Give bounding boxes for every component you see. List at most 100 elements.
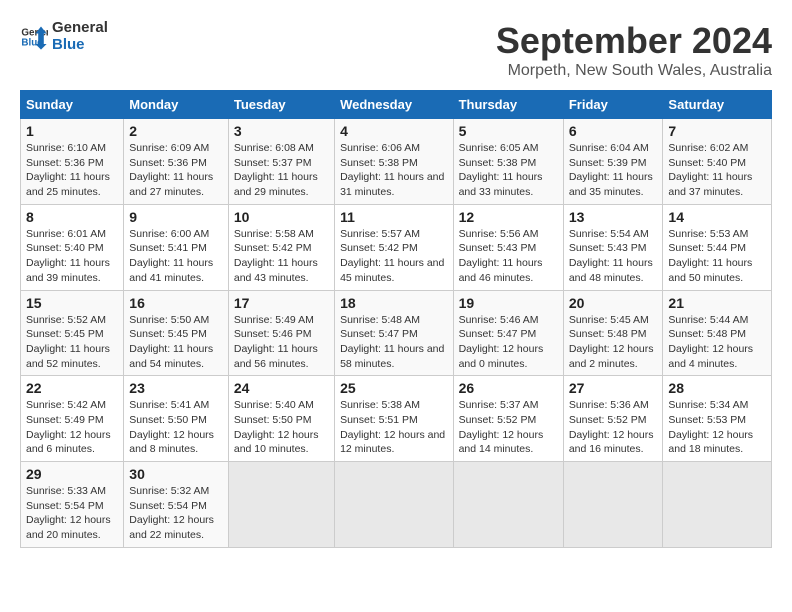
calendar-cell: 26 Sunrise: 5:37 AM Sunset: 5:52 PM Dayl… [453,376,563,462]
calendar-cell: 24 Sunrise: 5:40 AM Sunset: 5:50 PM Dayl… [228,376,334,462]
calendar-cell [663,462,772,548]
day-number: 2 [129,123,223,139]
col-sunday: Sunday [21,91,124,119]
col-friday: Friday [563,91,663,119]
day-number: 12 [459,209,558,225]
calendar-cell: 18 Sunrise: 5:48 AM Sunset: 5:47 PM Dayl… [335,290,453,376]
calendar-cell [453,462,563,548]
day-number: 19 [459,295,558,311]
day-detail: Sunrise: 5:50 AM Sunset: 5:45 PM Dayligh… [129,313,223,372]
day-detail: Sunrise: 5:37 AM Sunset: 5:52 PM Dayligh… [459,398,558,457]
calendar-cell: 6 Sunrise: 6:04 AM Sunset: 5:39 PM Dayli… [563,119,663,205]
day-number: 25 [340,380,447,396]
day-detail: Sunrise: 5:34 AM Sunset: 5:53 PM Dayligh… [668,398,766,457]
day-number: 29 [26,466,118,482]
calendar-cell: 17 Sunrise: 5:49 AM Sunset: 5:46 PM Dayl… [228,290,334,376]
col-monday: Monday [124,91,229,119]
day-number: 6 [569,123,658,139]
col-saturday: Saturday [663,91,772,119]
day-number: 21 [668,295,766,311]
day-number: 7 [668,123,766,139]
day-detail: Sunrise: 5:40 AM Sunset: 5:50 PM Dayligh… [234,398,329,457]
calendar-cell: 28 Sunrise: 5:34 AM Sunset: 5:53 PM Dayl… [663,376,772,462]
calendar-cell: 15 Sunrise: 5:52 AM Sunset: 5:45 PM Dayl… [21,290,124,376]
day-detail: Sunrise: 5:49 AM Sunset: 5:46 PM Dayligh… [234,313,329,372]
calendar-cell: 4 Sunrise: 6:06 AM Sunset: 5:38 PM Dayli… [335,119,453,205]
day-number: 27 [569,380,658,396]
calendar-cell: 21 Sunrise: 5:44 AM Sunset: 5:48 PM Dayl… [663,290,772,376]
logo-line2: Blue [52,37,108,54]
calendar-cell: 7 Sunrise: 6:02 AM Sunset: 5:40 PM Dayli… [663,119,772,205]
col-wednesday: Wednesday [335,91,453,119]
day-number: 10 [234,209,329,225]
calendar-cell [335,462,453,548]
day-number: 13 [569,209,658,225]
calendar-cell: 11 Sunrise: 5:57 AM Sunset: 5:42 PM Dayl… [335,204,453,290]
day-detail: Sunrise: 6:01 AM Sunset: 5:40 PM Dayligh… [26,227,118,286]
day-detail: Sunrise: 6:00 AM Sunset: 5:41 PM Dayligh… [129,227,223,286]
calendar-cell: 8 Sunrise: 6:01 AM Sunset: 5:40 PM Dayli… [21,204,124,290]
day-number: 28 [668,380,766,396]
logo-icon: General Blue [20,23,48,51]
week-row-4: 22 Sunrise: 5:42 AM Sunset: 5:49 PM Dayl… [21,376,772,462]
day-detail: Sunrise: 5:48 AM Sunset: 5:47 PM Dayligh… [340,313,447,372]
calendar-cell: 3 Sunrise: 6:08 AM Sunset: 5:37 PM Dayli… [228,119,334,205]
calendar-cell: 16 Sunrise: 5:50 AM Sunset: 5:45 PM Dayl… [124,290,229,376]
day-detail: Sunrise: 6:10 AM Sunset: 5:36 PM Dayligh… [26,141,118,200]
calendar-cell: 2 Sunrise: 6:09 AM Sunset: 5:36 PM Dayli… [124,119,229,205]
day-number: 4 [340,123,447,139]
day-detail: Sunrise: 5:52 AM Sunset: 5:45 PM Dayligh… [26,313,118,372]
day-number: 20 [569,295,658,311]
calendar-cell: 23 Sunrise: 5:41 AM Sunset: 5:50 PM Dayl… [124,376,229,462]
calendar-title: September 2024 [496,20,772,62]
day-number: 18 [340,295,447,311]
calendar-cell: 12 Sunrise: 5:56 AM Sunset: 5:43 PM Dayl… [453,204,563,290]
day-number: 26 [459,380,558,396]
week-row-2: 8 Sunrise: 6:01 AM Sunset: 5:40 PM Dayli… [21,204,772,290]
calendar-cell: 20 Sunrise: 5:45 AM Sunset: 5:48 PM Dayl… [563,290,663,376]
title-area: September 2024 Morpeth, New South Wales,… [496,20,772,80]
day-detail: Sunrise: 5:36 AM Sunset: 5:52 PM Dayligh… [569,398,658,457]
week-row-1: 1 Sunrise: 6:10 AM Sunset: 5:36 PM Dayli… [21,119,772,205]
calendar-cell: 14 Sunrise: 5:53 AM Sunset: 5:44 PM Dayl… [663,204,772,290]
day-detail: Sunrise: 6:09 AM Sunset: 5:36 PM Dayligh… [129,141,223,200]
calendar-body: 1 Sunrise: 6:10 AM Sunset: 5:36 PM Dayli… [21,119,772,548]
day-detail: Sunrise: 5:32 AM Sunset: 5:54 PM Dayligh… [129,484,223,543]
day-detail: Sunrise: 6:04 AM Sunset: 5:39 PM Dayligh… [569,141,658,200]
calendar-cell: 25 Sunrise: 5:38 AM Sunset: 5:51 PM Dayl… [335,376,453,462]
logo-line1: General [52,20,108,37]
day-detail: Sunrise: 5:41 AM Sunset: 5:50 PM Dayligh… [129,398,223,457]
day-detail: Sunrise: 5:44 AM Sunset: 5:48 PM Dayligh… [668,313,766,372]
calendar-cell [563,462,663,548]
calendar-cell: 22 Sunrise: 5:42 AM Sunset: 5:49 PM Dayl… [21,376,124,462]
col-tuesday: Tuesday [228,91,334,119]
day-number: 5 [459,123,558,139]
day-number: 24 [234,380,329,396]
calendar-cell: 27 Sunrise: 5:36 AM Sunset: 5:52 PM Dayl… [563,376,663,462]
calendar-cell: 10 Sunrise: 5:58 AM Sunset: 5:42 PM Dayl… [228,204,334,290]
calendar-cell: 9 Sunrise: 6:00 AM Sunset: 5:41 PM Dayli… [124,204,229,290]
calendar-cell: 19 Sunrise: 5:46 AM Sunset: 5:47 PM Dayl… [453,290,563,376]
day-number: 15 [26,295,118,311]
day-detail: Sunrise: 6:05 AM Sunset: 5:38 PM Dayligh… [459,141,558,200]
day-number: 22 [26,380,118,396]
day-number: 9 [129,209,223,225]
calendar-header: Sunday Monday Tuesday Wednesday Thursday… [21,91,772,119]
day-number: 17 [234,295,329,311]
day-detail: Sunrise: 5:53 AM Sunset: 5:44 PM Dayligh… [668,227,766,286]
day-detail: Sunrise: 5:38 AM Sunset: 5:51 PM Dayligh… [340,398,447,457]
calendar-cell [228,462,334,548]
logo: General Blue General Blue [20,20,108,53]
header-row: Sunday Monday Tuesday Wednesday Thursday… [21,91,772,119]
day-number: 8 [26,209,118,225]
day-number: 30 [129,466,223,482]
calendar-cell: 30 Sunrise: 5:32 AM Sunset: 5:54 PM Dayl… [124,462,229,548]
day-detail: Sunrise: 5:56 AM Sunset: 5:43 PM Dayligh… [459,227,558,286]
week-row-3: 15 Sunrise: 5:52 AM Sunset: 5:45 PM Dayl… [21,290,772,376]
day-detail: Sunrise: 6:06 AM Sunset: 5:38 PM Dayligh… [340,141,447,200]
day-detail: Sunrise: 5:45 AM Sunset: 5:48 PM Dayligh… [569,313,658,372]
day-number: 3 [234,123,329,139]
day-number: 23 [129,380,223,396]
calendar-subtitle: Morpeth, New South Wales, Australia [496,62,772,80]
week-row-5: 29 Sunrise: 5:33 AM Sunset: 5:54 PM Dayl… [21,462,772,548]
